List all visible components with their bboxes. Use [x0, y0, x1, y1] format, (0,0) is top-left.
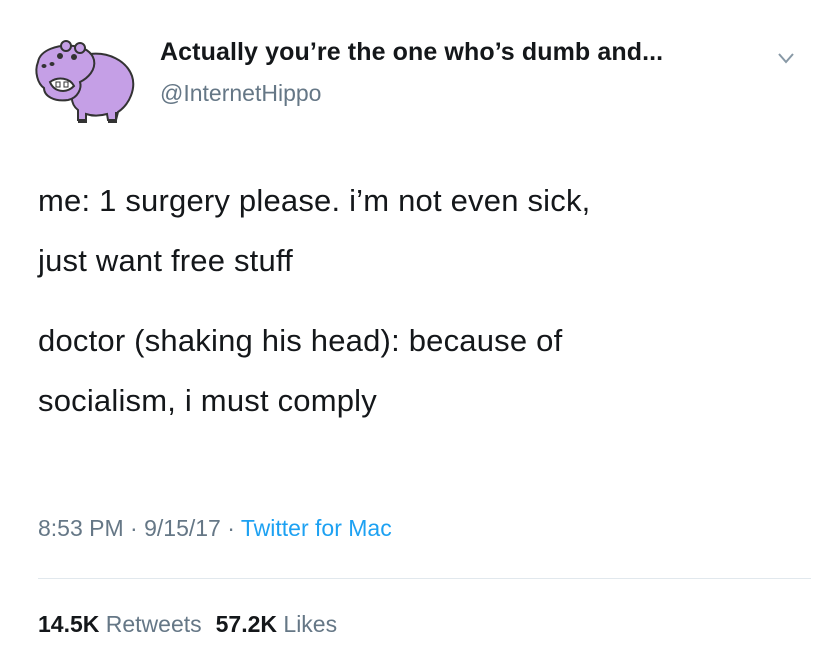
retweets-count: 14.5K [38, 611, 100, 637]
tweet-date[interactable]: 9/15/17 [144, 515, 221, 541]
separator: · [130, 515, 138, 541]
retweets-stat[interactable]: 14.5K Retweets [38, 611, 202, 637]
chevron-down-icon[interactable] [777, 51, 795, 65]
likes-label: Likes [283, 611, 338, 637]
retweets-label: Retweets [105, 611, 202, 637]
tweet-stats: 14.5K Retweets 57.2K Likes [38, 611, 337, 638]
tweet-text-line: socialism, i must comply [38, 383, 377, 418]
likes-count: 57.2K [215, 611, 278, 637]
user-handle[interactable]: @InternetHippo [160, 80, 321, 107]
separator: · [227, 515, 235, 541]
divider [38, 578, 811, 579]
purple-hippo-icon [35, 40, 135, 123]
tweet-text-line: just want free stuff [38, 243, 293, 278]
tweet-time[interactable]: 8:53 PM [38, 515, 124, 541]
tweet-metadata: 8:53 PM · 9/15/17 · Twitter for Mac [38, 515, 392, 542]
display-name[interactable]: Actually you’re the one who’s dumb and..… [160, 38, 663, 67]
tweet-text-line: me: 1 surgery please. i’m not even sick, [38, 183, 591, 218]
likes-stat[interactable]: 57.2K Likes [216, 611, 337, 637]
tweet-text-line: doctor (shaking his head): because of [38, 323, 563, 358]
avatar[interactable] [30, 26, 142, 126]
tweet-source-link[interactable]: Twitter for Mac [241, 515, 392, 541]
